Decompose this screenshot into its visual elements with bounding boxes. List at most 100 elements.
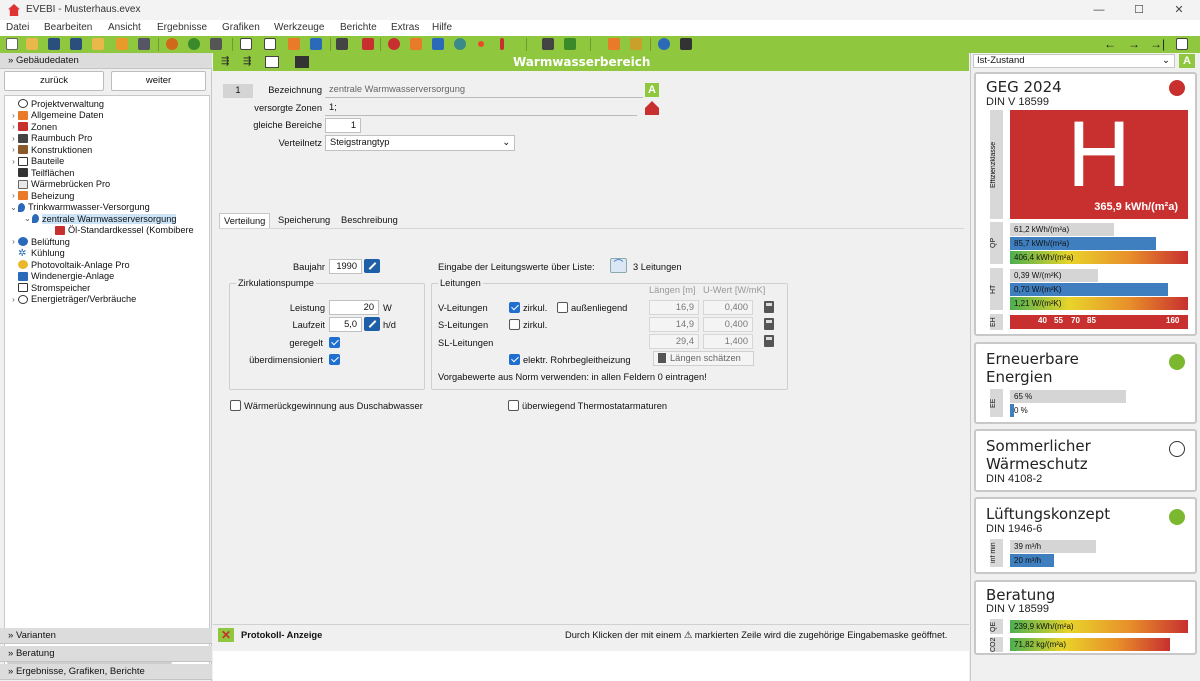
window-icon[interactable]: [410, 38, 422, 50]
v-zirkul-checkbox[interactable]: [509, 302, 520, 313]
fan-icon[interactable]: [454, 38, 466, 50]
tree-item-zonen[interactable]: › Zonen: [9, 121, 57, 133]
document-icon[interactable]: [240, 38, 252, 50]
next-button[interactable]: weiter: [111, 71, 206, 91]
sun-icon[interactable]: [478, 41, 484, 47]
thermostat-checkbox[interactable]: [508, 400, 519, 411]
tree-item-kuehlung[interactable]: ✲ Kühlung: [9, 248, 65, 260]
tree-item-zentrale-warmwasser[interactable]: ⌄ zentrale Warmwasserversorgung: [23, 213, 177, 225]
calculator-icon[interactable]: [542, 38, 554, 50]
import-icon[interactable]: [92, 38, 104, 50]
jump-arrow-icon[interactable]: →|: [1150, 37, 1165, 51]
minimize-button[interactable]: —: [1084, 2, 1114, 18]
calculator-icon[interactable]: [764, 318, 774, 330]
tree-item-waermebruecken[interactable]: Wärmebrücken Pro: [9, 179, 110, 191]
section-gebaeudedaten[interactable]: » Gebäudedaten: [0, 53, 212, 69]
laengen-schaetzen-button[interactable]: Längen schätzen: [653, 351, 754, 366]
lk-card[interactable]: Lüftungskonzept DIN 1946-6 inf min 39 m³…: [974, 497, 1197, 574]
tree-icon[interactable]: [336, 38, 348, 50]
open-folder-icon[interactable]: [26, 38, 38, 50]
calculator-icon[interactable]: [764, 301, 774, 313]
tree-item-konstruktionen[interactable]: › Konstruktionen: [9, 144, 92, 156]
edit-report-icon[interactable]: [630, 38, 642, 50]
structure-icon[interactable]: [264, 38, 276, 50]
edit-laufzeit-button[interactable]: [364, 317, 380, 331]
more-icon[interactable]: [138, 38, 150, 50]
expand-icon[interactable]: ›: [9, 145, 18, 154]
zonen-field[interactable]: 1;: [325, 101, 637, 116]
house-icon[interactable]: [564, 38, 576, 50]
arrange-icon[interactable]: ⇶: [221, 56, 235, 68]
menu-werkzeuge[interactable]: Werkzeuge: [274, 22, 324, 33]
section-varianten[interactable]: » Varianten: [0, 628, 212, 644]
help-icon[interactable]: [658, 38, 670, 50]
tree-item-photovoltaik[interactable]: Photovoltaik-Anlage Pro: [9, 259, 130, 271]
s-uwert-field[interactable]: 0,400: [703, 317, 753, 332]
menu-ergebnisse[interactable]: Ergebnisse: [157, 22, 207, 33]
tree-item-energietraeger[interactable]: › Energieträger/Verbräuche: [9, 294, 136, 306]
tree-item-teilflaechen[interactable]: Teilflächen: [9, 167, 74, 179]
calculator-icon[interactable]: [764, 335, 774, 347]
wrg-checkbox[interactable]: [230, 400, 241, 411]
heat-icon[interactable]: [388, 38, 400, 50]
chart-icon[interactable]: [1176, 38, 1188, 50]
close-protokoll-icon[interactable]: ✕: [218, 628, 234, 642]
v-aussen-checkbox[interactable]: [557, 302, 568, 313]
baujahr-field[interactable]: 1990: [329, 259, 362, 274]
sum-icon[interactable]: [288, 38, 300, 50]
report-icon[interactable]: [608, 38, 620, 50]
tree-item-bauteile[interactable]: › Bauteile: [9, 156, 64, 168]
section-beratung[interactable]: » Beratung: [0, 646, 212, 662]
expand-icon[interactable]: ›: [9, 157, 18, 166]
expand-icon[interactable]: ›: [9, 237, 18, 246]
expand-icon[interactable]: ›: [9, 122, 18, 131]
tree-item-raumbuch[interactable]: › Raumbuch Pro: [9, 133, 92, 145]
v-uwert-field[interactable]: 0,400: [703, 300, 753, 315]
redo-icon[interactable]: [188, 38, 200, 50]
sl-uwert-field[interactable]: 1,400: [703, 334, 753, 349]
arrange2-icon[interactable]: ⇶: [243, 56, 257, 68]
collapse-icon[interactable]: ⌄: [23, 214, 32, 223]
s-length-field[interactable]: 14,9: [649, 317, 699, 332]
leistung-field[interactable]: 20: [329, 300, 379, 315]
state-select[interactable]: Ist-Zustand ⌄: [973, 54, 1175, 68]
tree-item-stromspeicher[interactable]: Stromspeicher: [9, 282, 90, 294]
tab-verteilung[interactable]: Verteilung: [219, 213, 271, 229]
disk-icon[interactable]: [680, 38, 692, 50]
text-a-icon[interactable]: A: [1179, 54, 1195, 68]
tree-item-oel-kessel[interactable]: Öl-Standardkessel (Kombibere: [55, 225, 194, 237]
edit-baujahr-button[interactable]: [364, 259, 380, 273]
export-icon[interactable]: [116, 38, 128, 50]
bereiche-field[interactable]: 1: [325, 118, 361, 133]
tree-item-trinkwarmwasser[interactable]: ⌄ Trinkwarmwasser-Versorgung: [9, 202, 150, 214]
sw-card[interactable]: Sommerlicher Wärmeschutz DIN 4108-2: [974, 429, 1197, 492]
expand-icon[interactable]: ›: [9, 134, 18, 143]
menu-extras[interactable]: Extras: [391, 22, 419, 33]
rohrbegleitheizung-checkbox[interactable]: [509, 354, 520, 365]
geregelt-checkbox[interactable]: [329, 337, 340, 348]
tree-item-projektverwaltung[interactable]: Projektverwaltung: [9, 98, 104, 110]
geg-card[interactable]: GEG 2024 DIN V 18599 Effizienzklasse H 3…: [974, 72, 1197, 336]
ueberdimensioniert-checkbox[interactable]: [329, 354, 340, 365]
tab-speicherung[interactable]: Speicherung: [274, 213, 335, 229]
tree-item-allgemeine-daten[interactable]: › Allgemeine Daten: [9, 110, 103, 122]
bars-icon[interactable]: [362, 38, 374, 50]
menu-hilfe[interactable]: Hilfe: [432, 22, 452, 33]
menu-berichte[interactable]: Berichte: [340, 22, 377, 33]
list-edit-button[interactable]: ⌒: [610, 258, 627, 273]
house-icon[interactable]: [645, 101, 659, 115]
expand-icon[interactable]: ›: [9, 111, 18, 120]
tap-icon[interactable]: [295, 56, 309, 68]
back-arrow-icon[interactable]: ←: [1104, 37, 1116, 51]
beratung-card[interactable]: Beratung DIN V 18599 QE 239,9 kWh/(m²a) …: [974, 580, 1197, 655]
v-length-field[interactable]: 16,9: [649, 300, 699, 315]
wand-icon[interactable]: [210, 38, 222, 50]
panel-icon[interactable]: [432, 38, 444, 50]
bezeichnung-field[interactable]: zentrale Warmwasserversorgung: [325, 83, 643, 98]
save-all-icon[interactable]: [70, 38, 82, 50]
close-button[interactable]: ✕: [1164, 2, 1194, 18]
menu-ansicht[interactable]: Ansicht: [108, 22, 141, 33]
back-button[interactable]: zurück: [4, 71, 104, 91]
menu-grafiken[interactable]: Grafiken: [222, 22, 260, 33]
expand-icon[interactable]: ›: [9, 191, 18, 200]
